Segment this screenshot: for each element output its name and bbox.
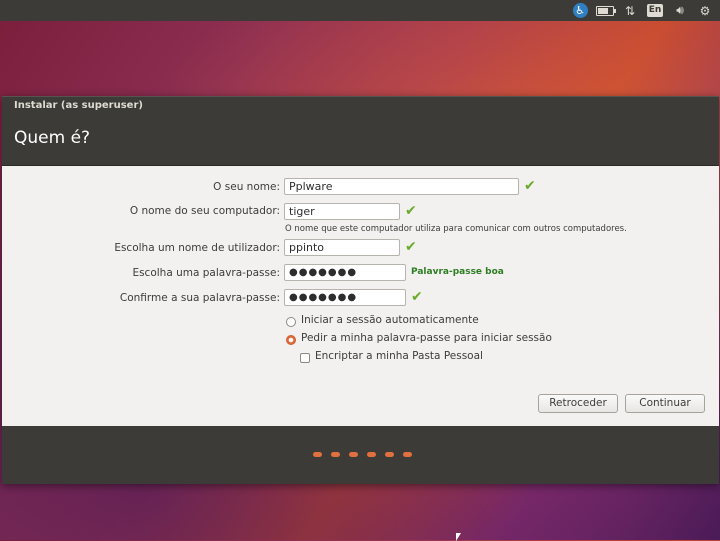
computer-name-valid-check-icon: ✔: [405, 203, 417, 219]
password-label: Escolha uma palavra-passe:: [132, 267, 280, 279]
username-label: Escolha um nome de utilizador:: [114, 242, 280, 254]
installer-footer: [2, 426, 719, 484]
page-title: Quem é?: [2, 115, 719, 166]
name-valid-check-icon: ✔: [524, 178, 536, 194]
continue-button[interactable]: Continuar: [625, 394, 705, 413]
back-button[interactable]: Retroceder: [538, 394, 618, 413]
computer-name-label: O nome do seu computador:: [129, 205, 280, 217]
name-field[interactable]: Pplware: [284, 178, 519, 195]
password-strength-label: Palavra-passe boa: [411, 267, 504, 277]
require-password-radio[interactable]: [286, 335, 296, 345]
installer-window: Instalar (as superuser) Quem é? O seu no…: [2, 96, 719, 484]
progress-step: [385, 452, 394, 457]
auto-login-label[interactable]: Iniciar a sessão automaticamente: [301, 314, 479, 326]
confirm-password-label: Confirme a sua palavra-passe:: [119, 292, 280, 304]
keyboard-layout-indicator[interactable]: En: [644, 0, 666, 21]
username-valid-check-icon: ✔: [405, 239, 417, 255]
top-panel: ♿ ⇅ En 🔊︎ ⚙: [0, 0, 720, 21]
window-title: Instalar (as superuser): [2, 96, 719, 115]
encrypt-home-label[interactable]: Encriptar a minha Pasta Pessoal: [315, 350, 483, 362]
progress-steps: [313, 452, 421, 457]
auto-login-radio[interactable]: [286, 317, 296, 327]
accessibility-icon[interactable]: ♿: [569, 0, 591, 21]
progress-step: [403, 452, 412, 457]
require-password-label[interactable]: Pedir a minha palavra-passe para iniciar…: [301, 332, 552, 344]
confirm-password-valid-check-icon: ✔: [411, 289, 423, 305]
confirm-password-field[interactable]: ●●●●●●●: [284, 289, 406, 306]
computer-name-hint: O nome que este computador utiliza para …: [285, 224, 627, 234]
password-field[interactable]: ●●●●●●●: [284, 264, 406, 281]
network-icon[interactable]: ⇅: [619, 0, 641, 21]
progress-step: [349, 452, 358, 457]
volume-icon[interactable]: 🔊︎: [669, 0, 691, 21]
progress-step: [331, 452, 340, 457]
progress-step: [313, 452, 322, 457]
progress-step: [367, 452, 376, 457]
computer-name-field[interactable]: tiger: [284, 203, 400, 220]
settings-gear-icon[interactable]: ⚙: [694, 0, 716, 21]
who-are-you-form: O seu nome: Pplware ✔ O nome do seu comp…: [2, 166, 719, 424]
name-label: O seu nome:: [213, 181, 280, 193]
keyboard-layout-label: En: [646, 4, 664, 17]
encrypt-home-checkbox[interactable]: [300, 353, 310, 363]
battery-icon[interactable]: [594, 0, 616, 21]
username-field[interactable]: ppinto: [284, 239, 400, 256]
